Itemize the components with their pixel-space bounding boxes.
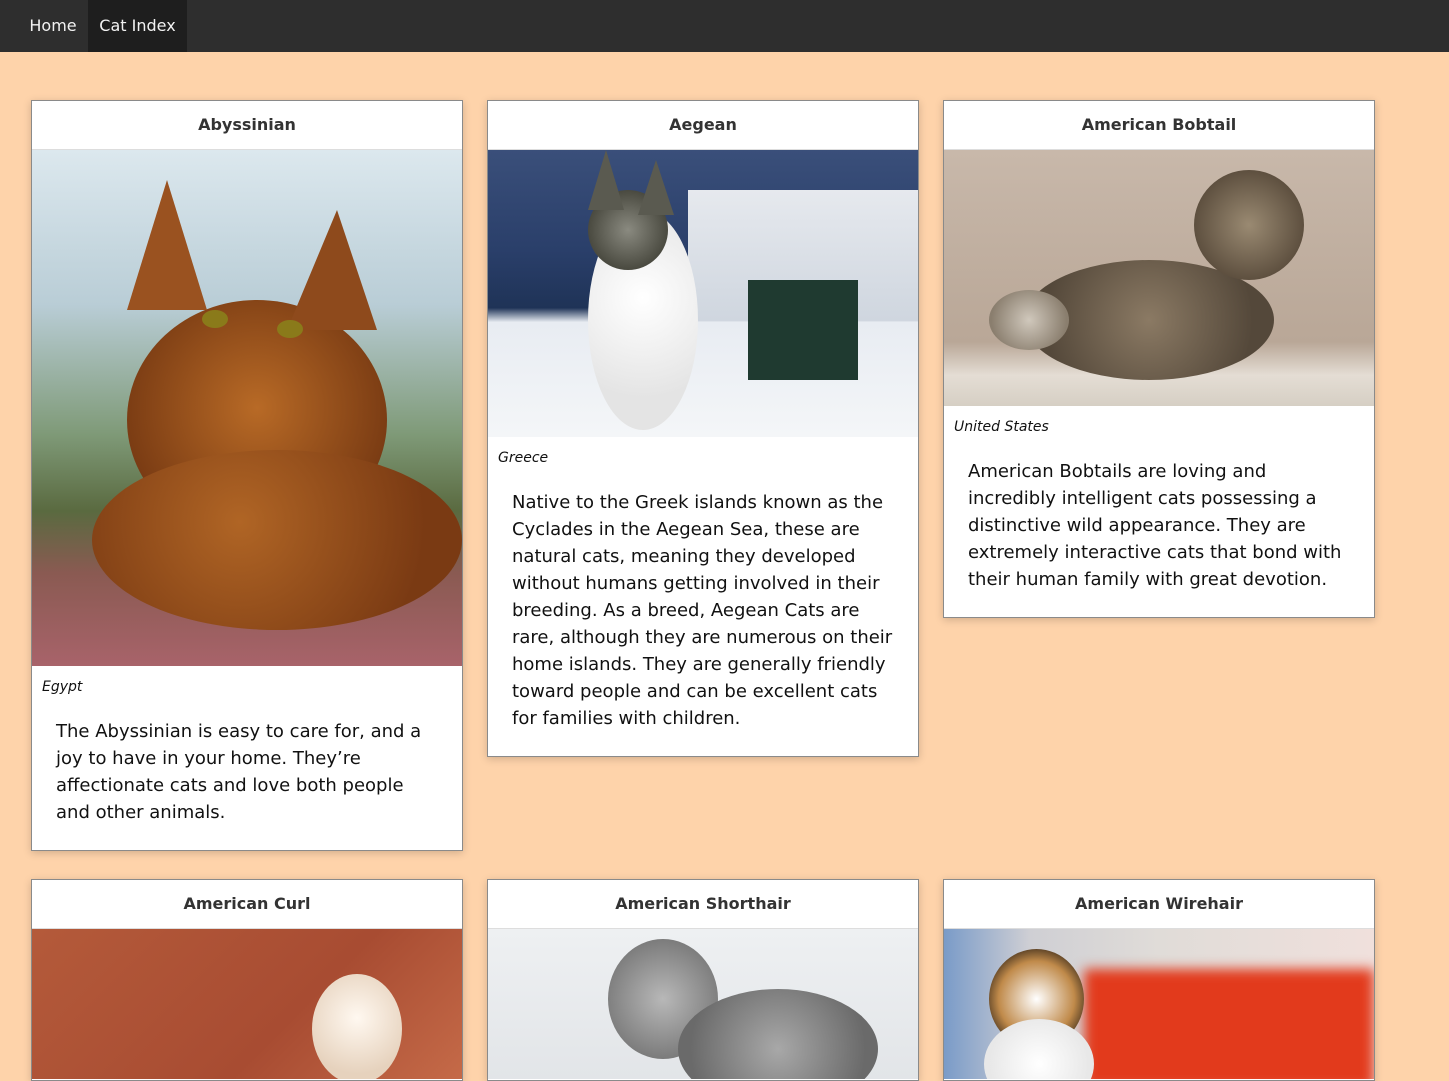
cat-origin: Greece [498,450,549,466]
nav-cat-index-link[interactable]: Cat Index [88,0,187,52]
top-nav: Home Cat Index [0,0,1449,52]
cat-photo-american-bobtail [944,150,1374,406]
cat-card-aegean[interactable]: Aegean Greece Native to the Greek island… [487,100,919,757]
cat-card-american-shorthair[interactable]: American Shorthair [487,879,919,1081]
cat-card-american-bobtail[interactable]: American Bobtail United States American … [943,100,1375,618]
cat-card-american-wirehair[interactable]: American Wirehair [943,879,1375,1081]
cat-card-title: Abyssinian [32,101,462,150]
cat-card-title: Aegean [488,101,918,150]
cat-photo-american-wirehair [944,929,1374,1079]
cat-description: American Bobtails are loving and incredi… [968,461,1342,590]
cat-photo-aegean [488,150,918,437]
cat-photo-american-shorthair [488,929,918,1079]
cat-card-title: American Bobtail [944,101,1374,150]
cat-card-title: American Shorthair [488,880,918,929]
cat-photo-abyssinian [32,150,462,666]
cat-origin: United States [954,419,1049,435]
cat-card-title: American Curl [32,880,462,929]
cat-description: The Abyssinian is easy to care for, and … [56,721,422,823]
nav-home-link[interactable]: Home [18,0,88,52]
cat-description: Native to the Greek islands known as the… [512,492,893,729]
cat-card-abyssinian[interactable]: Abyssinian Egypt The Abyssinian is easy … [31,100,463,851]
cat-photo-american-curl [32,929,462,1079]
cat-origin: Egypt [42,679,83,695]
cat-card-american-curl[interactable]: American Curl [31,879,463,1081]
cat-card-title: American Wirehair [944,880,1374,929]
